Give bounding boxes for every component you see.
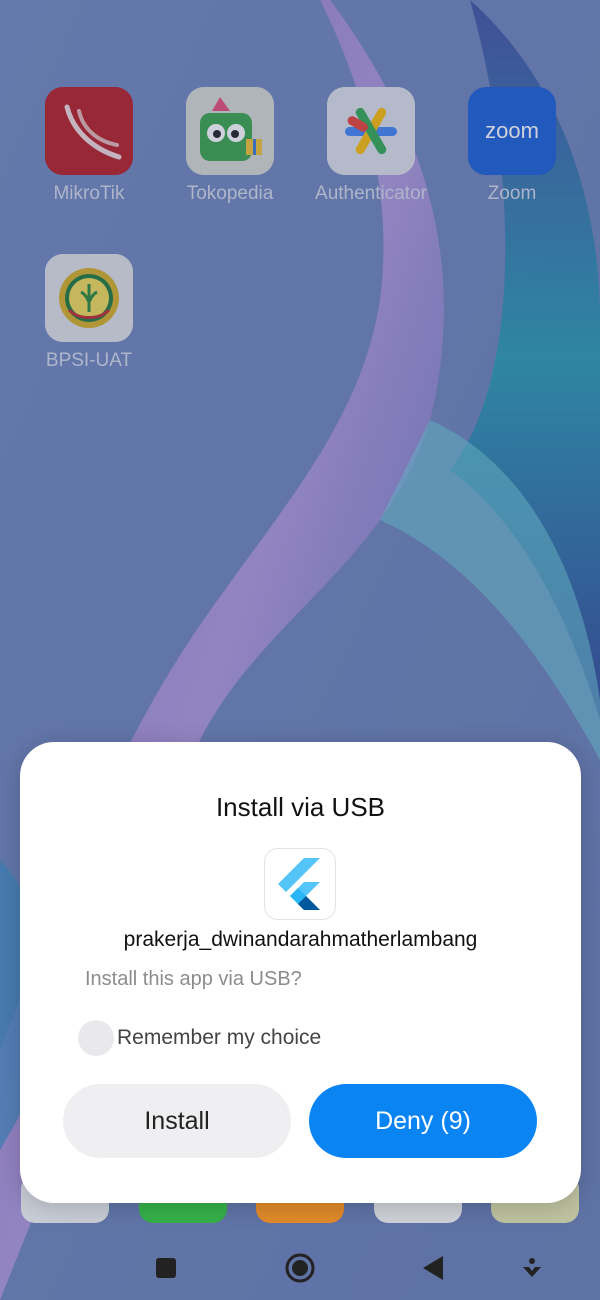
remember-choice-label: Remember my choice (117, 1026, 322, 1049)
dialog-title: Install via USB (215, 792, 386, 822)
home-circle-icon[interactable] (282, 1250, 318, 1286)
install-dialog: Install via USB prakerja_dwinandarahmath… (20, 742, 581, 1203)
recents-square-icon[interactable] (148, 1250, 184, 1286)
package-name: prakerja_dwinandarahmatherlambang (123, 928, 478, 951)
install-prompt: Install this app via USB? (85, 968, 302, 990)
remember-choice-row[interactable]: Remember my choice (78, 1020, 321, 1056)
remember-choice-checkbox[interactable] (78, 1020, 114, 1056)
install-button[interactable]: Install (63, 1084, 291, 1158)
deny-button[interactable]: Deny (9) (309, 1084, 537, 1158)
navigation-bar (0, 1232, 600, 1300)
back-triangle-icon[interactable] (415, 1250, 451, 1286)
assistant-icon[interactable] (514, 1250, 550, 1286)
flutter-icon (264, 848, 336, 920)
